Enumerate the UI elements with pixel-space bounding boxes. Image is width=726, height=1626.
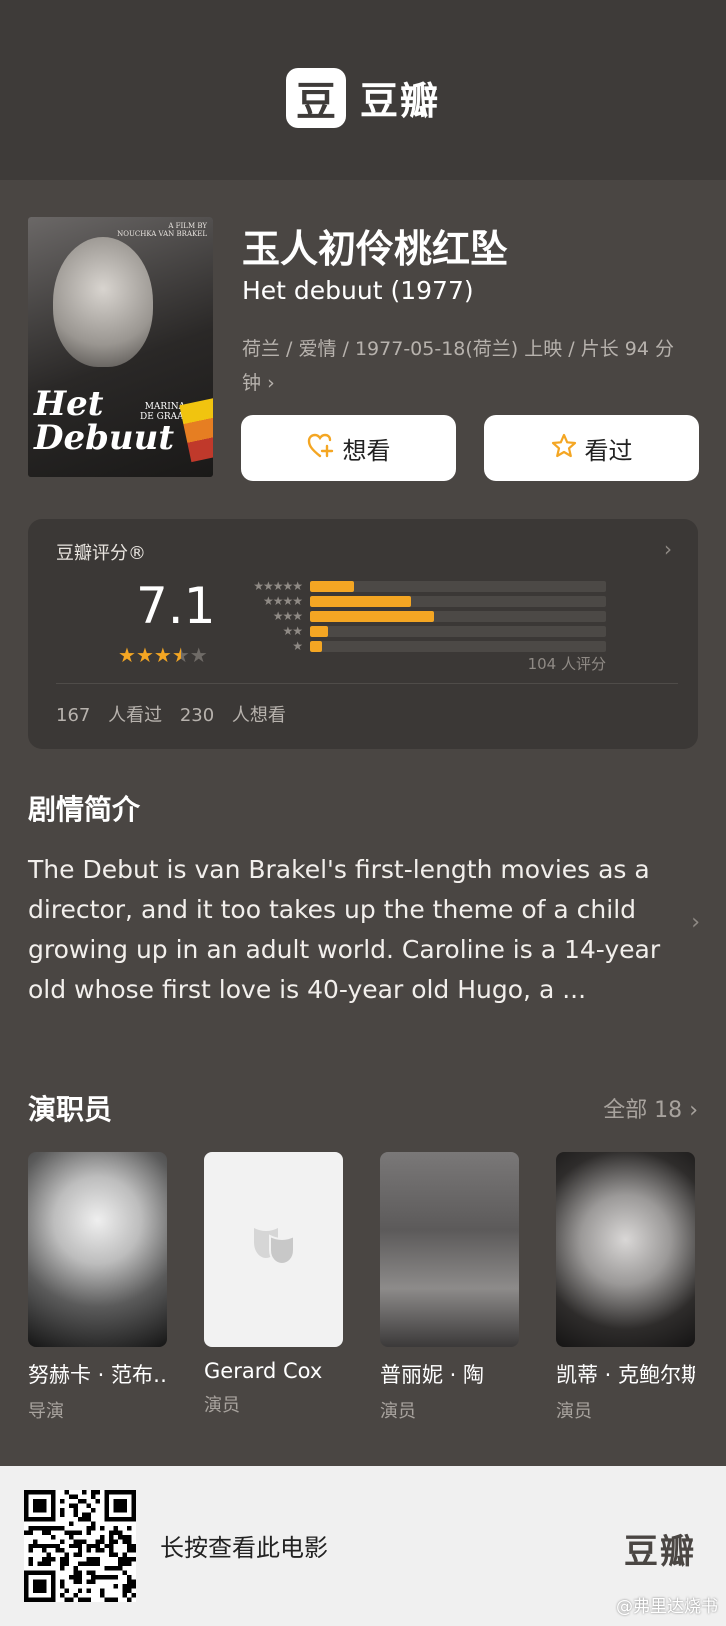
want-to-watch-button[interactable]: 想看	[241, 415, 456, 481]
rating-star-icon: ★	[171, 643, 190, 667]
cast-name: Gerard Cox	[204, 1359, 323, 1383]
cast-heading: 演职员	[28, 1093, 113, 1126]
want-label: 想看	[342, 436, 391, 465]
theater-mask-icon	[250, 1224, 298, 1276]
star-icon	[551, 433, 577, 464]
seen-label: 看过	[584, 436, 633, 465]
rating-bar-row: ★★★	[238, 609, 606, 624]
rating-bar-row: ★★★★	[238, 594, 606, 609]
cast-member[interactable]: 努赫卡 · 范布… 导演	[28, 1152, 167, 1423]
rating-bar-row: ★	[238, 639, 606, 654]
rating-distribution: ★★★★★ ★★★★ ★★★ ★★ ★	[238, 579, 606, 654]
chevron-right-icon[interactable]: ›	[691, 910, 700, 935]
movie-original-title: Het debuut (1977)	[242, 276, 474, 305]
rating-bar-fill	[310, 596, 411, 607]
rating-bar-track	[310, 641, 606, 652]
movie-poster[interactable]: A FILM BY NOUCHKA VAN BRAKEL Het Debuut …	[28, 217, 213, 477]
cast-member[interactable]: 普丽妮 · 陶 演员	[380, 1152, 519, 1423]
chevron-right-icon: ›	[664, 537, 672, 561]
chevron-right-icon: ›	[689, 1098, 698, 1123]
rating-count: 104 人评分	[527, 655, 606, 673]
synopsis-text[interactable]: The Debut is van Brakel's first-length m…	[28, 850, 668, 1010]
rating-bar-stars: ★★★	[272, 609, 303, 623]
movie-title: 玉人初伶桃红坠	[242, 227, 509, 271]
rating-bar-fill	[310, 641, 322, 652]
poster-credit: A FILM BY NOUCHKA VAN BRAKEL	[117, 222, 207, 238]
douban-logo-icon: 豆	[285, 67, 346, 128]
rating-star-icon: ★	[118, 643, 136, 667]
divider	[56, 683, 678, 684]
wish-count: 230 人想看	[179, 705, 286, 726]
watched-count: 167 人看过	[56, 705, 163, 726]
weibo-watermark: @弗里达烧书	[616, 1597, 718, 1617]
rating-bar-row: ★★★★★	[238, 579, 606, 594]
cast-member[interactable]: Gerard Cox 演员	[204, 1152, 343, 1417]
rating-bar-track	[310, 581, 606, 592]
rating-bar-fill	[310, 626, 328, 637]
rating-card[interactable]: 豆瓣评分® › 7.1 ★★★★★ ★★★★★ ★★★★ ★★★ ★★ ★ 104 人评…	[28, 519, 698, 749]
rating-bar-fill	[310, 611, 435, 622]
cast-photo-placeholder	[204, 1152, 343, 1347]
rating-star-icon: ★	[189, 643, 208, 667]
heart-plus-icon	[307, 433, 335, 464]
rating-stars: ★★★★★	[118, 643, 208, 667]
synopsis-heading: 剧情简介	[28, 793, 141, 826]
brand-name: 豆瓣	[359, 79, 440, 123]
rating-bar-track	[310, 596, 606, 607]
douban-brand: 豆 豆瓣	[285, 67, 440, 128]
rating-bar-stars: ★★★★★	[253, 579, 303, 593]
poster-portrait	[53, 237, 153, 367]
rating-bar-track	[310, 626, 606, 637]
douban-footer-logo: 豆瓣	[624, 1532, 696, 1572]
cast-all-label: 全部 18	[603, 1098, 683, 1123]
cast-role: 演员	[556, 1401, 592, 1422]
qr-code[interactable]	[24, 1490, 136, 1602]
cast-photo	[380, 1152, 519, 1347]
rating-footer: 167 人看过 230 人想看	[56, 701, 286, 727]
cast-photo	[556, 1152, 695, 1347]
cast-name: 努赫卡 · 范布…	[28, 1363, 167, 1387]
rating-star-icon: ★	[135, 643, 154, 667]
rating-bar-row: ★★	[238, 624, 606, 639]
rating-score: 7.1	[136, 577, 216, 635]
app-header: 豆 豆瓣	[0, 0, 726, 180]
rating-bar-track	[310, 611, 606, 622]
rating-bar-stars: ★★★★	[262, 594, 303, 608]
rating-bar-stars: ★★	[282, 624, 303, 638]
cast-name: 凯蒂 · 克鲍尔斯	[556, 1363, 695, 1387]
footer-hint: 长按查看此电影	[160, 1534, 328, 1562]
cast-photo	[28, 1152, 167, 1347]
chevron-right-icon: ›	[267, 372, 275, 394]
rating-bar-fill	[310, 581, 355, 592]
rating-star-icon: ★	[153, 643, 172, 667]
watched-button[interactable]: 看过	[484, 415, 699, 481]
movie-meta-text: 荷兰 / 爱情 / 1977-05-18(荷兰) 上映 / 片长 94 分钟	[242, 338, 674, 394]
movie-meta[interactable]: 荷兰 / 爱情 / 1977-05-18(荷兰) 上映 / 片长 94 分钟 ›	[242, 332, 692, 400]
share-footer: 长按查看此电影 豆瓣 @弗里达烧书	[0, 1466, 726, 1626]
rating-label: 豆瓣评分®	[56, 543, 146, 564]
cast-member[interactable]: 凯蒂 · 克鲍尔斯 演员	[556, 1152, 695, 1423]
cast-role: 演员	[380, 1401, 416, 1422]
cast-role: 演员	[204, 1395, 240, 1416]
cast-role: 导演	[28, 1401, 64, 1422]
cast-all-link[interactable]: 全部 18 ›	[603, 1092, 698, 1124]
rating-bar-stars: ★	[292, 639, 303, 653]
cast-name: 普丽妮 · 陶	[380, 1363, 485, 1387]
